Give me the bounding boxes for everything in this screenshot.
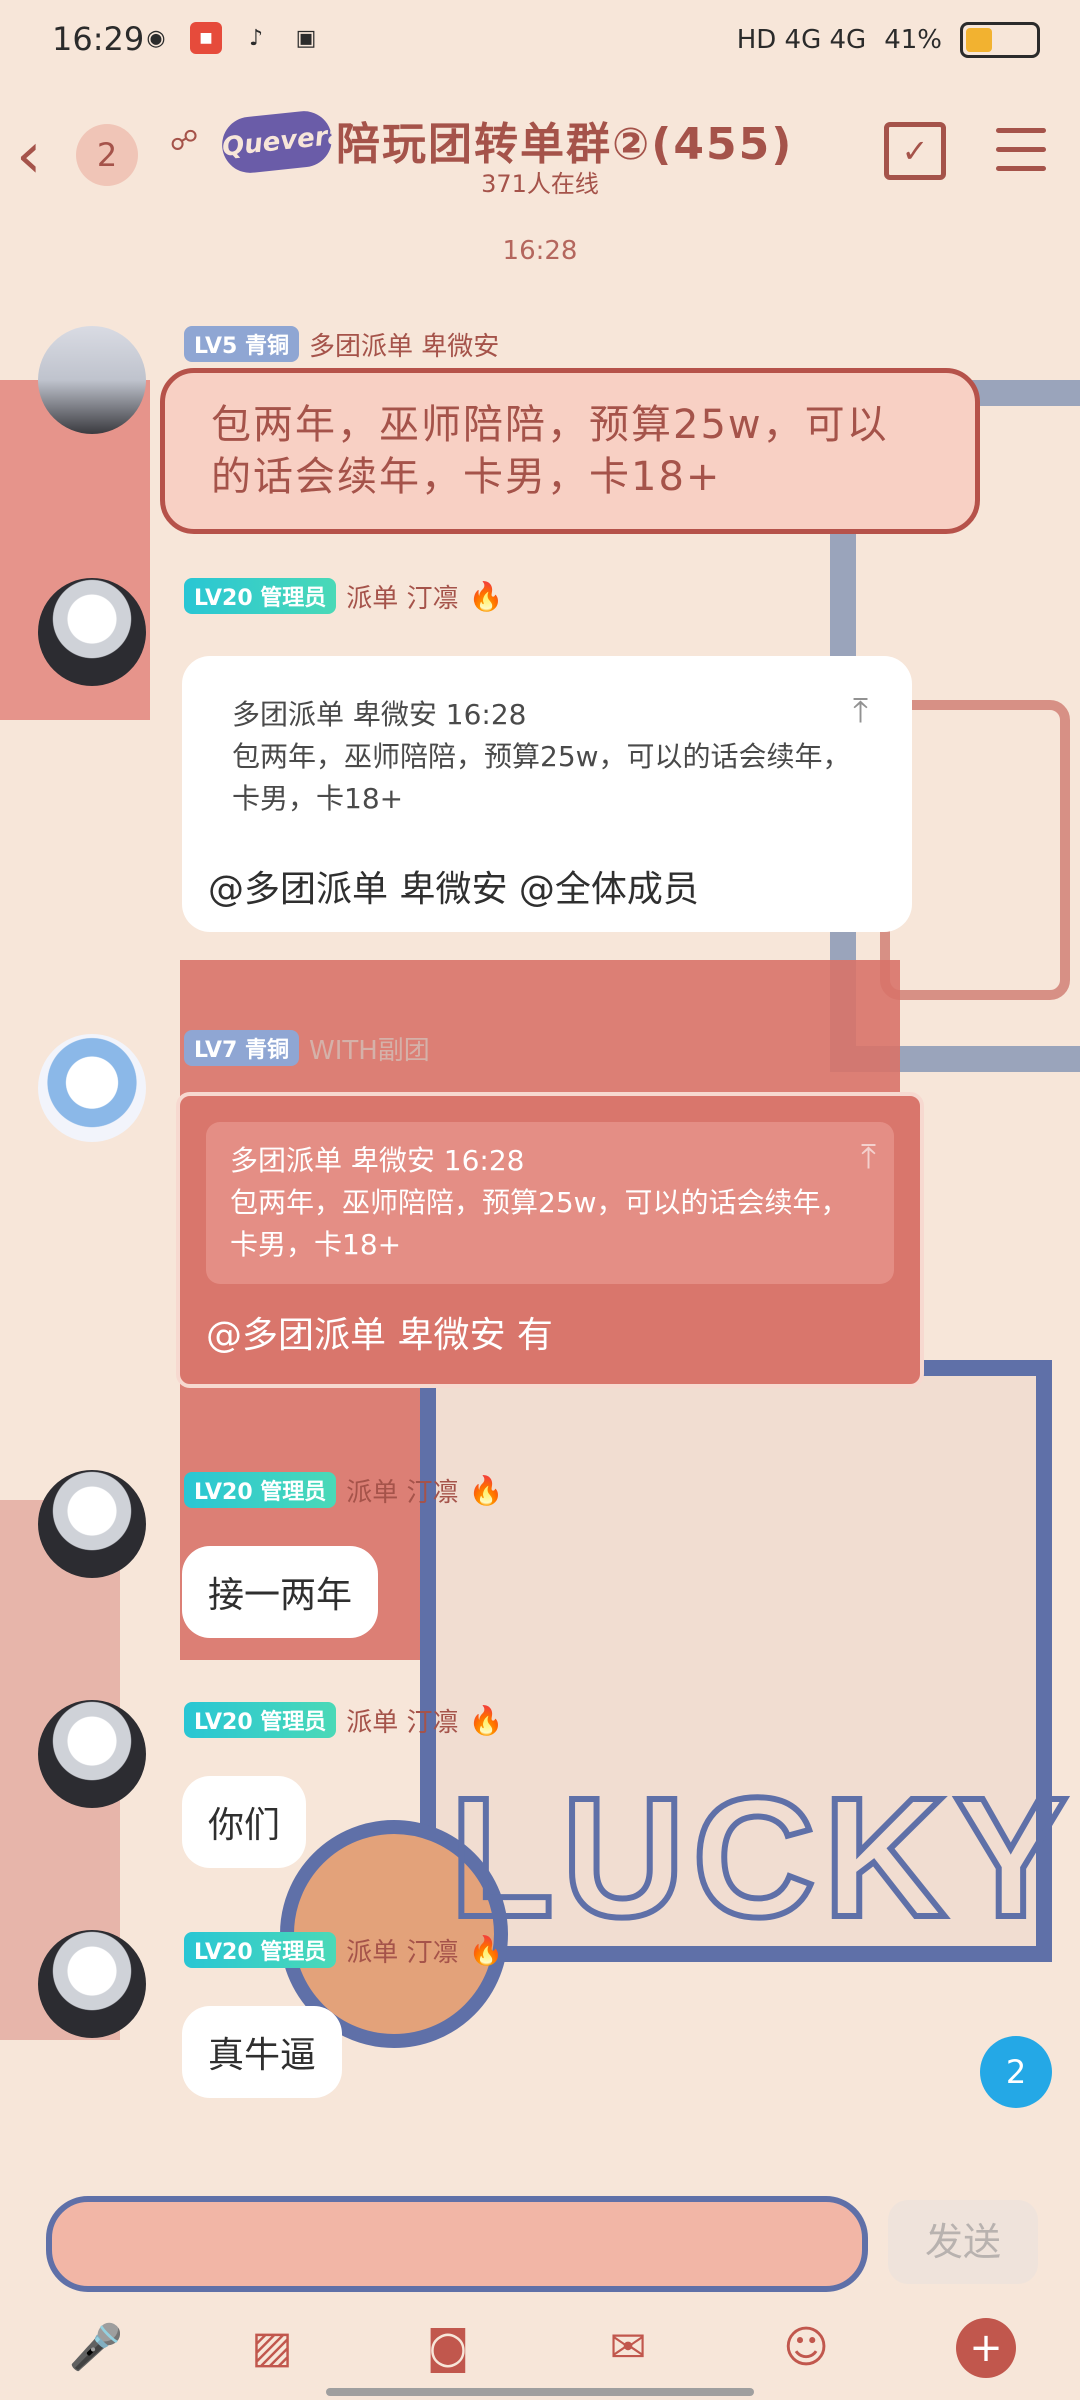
- message-text: @多团派单 卑微安 @全体成员: [208, 869, 699, 910]
- jump-to-icon[interactable]: ⤒: [853, 690, 868, 732]
- level-badge: LV5 青铜: [184, 326, 299, 362]
- level-badge: LV20 管理员: [184, 1702, 337, 1738]
- message-input[interactable]: [52, 2202, 914, 2286]
- home-indicator: [326, 2388, 754, 2396]
- message-text: 真牛逼: [208, 2035, 317, 2076]
- sender-name[interactable]: 派单 汀凛: [346, 1472, 458, 1509]
- quote-header: 多团派单 卑微安 16:28: [230, 1144, 525, 1177]
- fire-icon: 🔥: [468, 1933, 504, 1967]
- quote-text: 包两年，巫师陪陪，预算25w，可以的话会续年，卡男，卡18+: [232, 740, 851, 815]
- status-bar: 16:29 ◉ ■ ♪ ▣ HD 4G 4G 41%: [0, 0, 1080, 84]
- plus-icon[interactable]: +: [956, 2318, 1016, 2378]
- message-text: @多团派单 卑微安 有: [206, 1315, 553, 1356]
- message-bubble[interactable]: 多团派单 卑微安 16:28 包两年，巫师陪陪，预算25w，可以的话会续年，卡男…: [182, 656, 912, 932]
- send-button[interactable]: 发送: [888, 2200, 1038, 2284]
- avatar[interactable]: [38, 1034, 146, 1142]
- message-text: 包两年，巫师陪陪，预算25w，可以的话会续年，卡男，卡18+: [211, 402, 889, 500]
- message-bubble[interactable]: 接一两年: [182, 1546, 379, 1638]
- quoted-message[interactable]: 多团派单 卑微安 16:28 包两年，巫师陪陪，预算25w，可以的话会续年，卡男…: [206, 1122, 894, 1284]
- red-packet-icon[interactable]: ✉: [598, 2318, 658, 2378]
- sender-name[interactable]: 派单 汀凛: [346, 578, 458, 615]
- image-icon[interactable]: ▨: [242, 2318, 302, 2378]
- message-bubble[interactable]: 真牛逼: [182, 2006, 343, 2098]
- avatar[interactable]: [38, 578, 146, 686]
- status-app-icons: ◉ ■ ♪ ▣: [140, 22, 322, 54]
- chat-header: ‹ 2 ☍ Quevera 陪玩团转单群②(455) 371人在线 ✓: [0, 84, 1080, 224]
- sender-line: LV5 青铜 多团派单 卑微安: [184, 324, 499, 364]
- chat-toolbar: 🎤 ▨ ◙ ✉ ☺ +: [0, 2300, 1080, 2400]
- avatar[interactable]: [38, 326, 146, 434]
- quote-text: 包两年，巫师陪陪，预算25w，可以的话会续年，卡男，卡18+: [230, 1186, 849, 1261]
- battery-icon: [960, 22, 1040, 58]
- level-badge: LV20 管理员: [184, 1472, 337, 1508]
- message-bubble[interactable]: 多团派单 卑微安 16:28 包两年，巫师陪陪，预算25w，可以的话会续年，卡男…: [176, 1092, 924, 1388]
- camera-icon[interactable]: ◙: [418, 2318, 478, 2378]
- message-bubble[interactable]: 你们: [182, 1776, 307, 1868]
- sender-line: LV20 管理员 派单 汀凛 🔥: [184, 1700, 503, 1740]
- tuan-icon: ▣: [295, 25, 317, 51]
- wechat-icon: ◉: [146, 25, 166, 51]
- sender-line: LV20 管理员 派单 汀凛 🔥: [184, 1930, 503, 1970]
- fire-icon: 🔥: [468, 579, 504, 613]
- quote-header: 多团派单 卑微安 16:28: [232, 698, 527, 731]
- message-bubble[interactable]: 包两年，巫师陪陪，预算25w，可以的话会续年，卡男，卡18+: [160, 368, 980, 534]
- tiktok-icon: ♪: [248, 25, 264, 51]
- avatar[interactable]: [38, 1470, 146, 1578]
- fire-icon: 🔥: [468, 1473, 504, 1507]
- group-title[interactable]: 陪玩团转单群②(455): [336, 108, 793, 172]
- sender-name[interactable]: 派单 汀凛: [346, 1932, 458, 1969]
- avatar[interactable]: [38, 1700, 146, 1808]
- level-badge: LV7 青铜: [184, 1030, 299, 1066]
- new-message-badge[interactable]: 2: [980, 2036, 1052, 2108]
- sender-name[interactable]: WITH副团: [309, 1030, 430, 1067]
- battery-percent: 41%: [884, 25, 942, 55]
- sender-line: LV20 管理员 派单 汀凛 🔥: [184, 576, 503, 616]
- sender-line: LV7 青铜 WITH副团: [184, 1028, 430, 1068]
- avatar[interactable]: [38, 1930, 146, 2038]
- sender-line: LV20 管理员 派单 汀凛 🔥: [184, 1470, 503, 1510]
- emoji-icon[interactable]: ☺: [776, 2318, 836, 2378]
- ear-icon: ☍: [170, 124, 199, 157]
- mic-icon[interactable]: 🎤: [66, 2318, 126, 2378]
- status-time: 16:29: [52, 20, 145, 58]
- level-badge: LV20 管理员: [184, 1932, 337, 1968]
- menu-icon[interactable]: [996, 128, 1046, 171]
- message-text: 你们: [208, 1805, 281, 1846]
- fire-icon: 🔥: [468, 1703, 504, 1737]
- calendar-check-icon[interactable]: ✓: [884, 122, 946, 180]
- network-indicator: HD 4G 4G: [736, 25, 867, 55]
- status-right: HD 4G 4G 41%: [737, 22, 1040, 58]
- sender-name[interactable]: 多团派单 卑微安: [309, 326, 499, 363]
- message-text: 接一两年: [208, 1575, 353, 1616]
- bg-lucky-text: LUCKY: [447, 1760, 1076, 1956]
- level-badge: LV20 管理员: [184, 578, 337, 614]
- quoted-message[interactable]: 多团派单 卑微安 16:28 包两年，巫师陪陪，预算25w，可以的话会续年，卡男…: [208, 676, 886, 838]
- message-timestamp: 16:28: [502, 236, 578, 266]
- message-input-container: [46, 2196, 914, 2292]
- sender-name[interactable]: 派单 汀凛: [346, 1702, 458, 1739]
- app-icon: ■: [190, 22, 222, 54]
- jump-to-icon[interactable]: ⤒: [861, 1136, 876, 1178]
